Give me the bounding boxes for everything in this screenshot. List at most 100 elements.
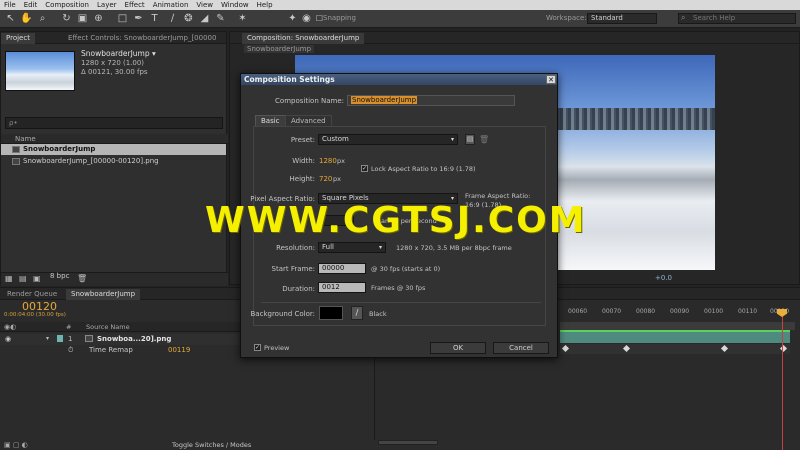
height-unit: px <box>333 175 341 183</box>
label-column-icon[interactable]: # <box>66 323 71 331</box>
pen-tool-icon[interactable]: ✒ <box>132 12 145 25</box>
tab-advanced[interactable]: Advanced <box>285 115 332 126</box>
comp-name-value: SnowboarderJump <box>351 96 418 104</box>
menu-bar: File Edit Composition Layer Effect Anima… <box>0 0 800 10</box>
save-preset-icon[interactable]: ▤ <box>465 134 475 145</box>
selected-item-duration: Δ 00121, 30.00 fps <box>81 68 148 76</box>
new-comp-icon[interactable]: ▣ <box>33 275 41 283</box>
render-cache-indicator <box>560 330 790 332</box>
puppet-tool-icon[interactable]: ✶ <box>236 12 249 25</box>
lock-aspect-checkbox[interactable]: ✓ <box>361 165 368 172</box>
menu-view[interactable]: View <box>196 1 213 9</box>
hand-tool-icon[interactable]: ✋ <box>20 12 33 25</box>
project-item-label: SnowboarderJump_[00000-00120].png <box>23 157 159 165</box>
menu-composition[interactable]: Composition <box>45 1 89 9</box>
label-color-swatch[interactable] <box>57 335 63 342</box>
keyframe-track[interactable] <box>560 344 790 354</box>
zoom-slider[interactable] <box>378 440 438 445</box>
project-tabbar: Project Effect Controls: SnowboarderJump… <box>1 32 226 44</box>
composition-icon <box>12 146 20 153</box>
selection-tool-icon[interactable]: ↖ <box>4 12 17 25</box>
menu-layer[interactable]: Layer <box>97 1 117 9</box>
start-frame-input[interactable]: 00000 <box>318 263 366 274</box>
menu-effect[interactable]: Effect <box>125 1 145 9</box>
ruler-tick: 00100 <box>704 308 724 315</box>
tab-render-queue[interactable]: Render Queue <box>2 289 62 300</box>
tab-basic[interactable]: Basic <box>255 115 286 126</box>
new-folder-icon[interactable]: ▤ <box>19 275 27 283</box>
project-item-comp[interactable]: SnowboarderJump <box>1 144 226 155</box>
menu-animation[interactable]: Animation <box>153 1 189 9</box>
menu-edit[interactable]: Edit <box>24 1 38 9</box>
work-area-bar[interactable] <box>560 322 795 330</box>
background-color-label: Background Color: <box>250 310 316 318</box>
expand-triangle-icon[interactable]: ▾ <box>46 335 49 342</box>
search-help-input[interactable]: Search Help <box>678 13 796 24</box>
stopwatch-icon[interactable]: ⏱ <box>68 346 73 355</box>
bit-depth-button[interactable]: 8 bpc <box>50 272 69 280</box>
workspace-select[interactable]: Standard <box>587 13 657 24</box>
column-header-name[interactable]: Name <box>1 134 228 144</box>
project-search-input[interactable]: ρ• <box>5 117 223 129</box>
source-name-header[interactable]: Source Name <box>86 323 130 331</box>
close-icon[interactable]: ✕ <box>546 75 556 84</box>
duration-input[interactable]: 0012 <box>318 282 366 293</box>
text-tool-icon[interactable]: T <box>148 12 161 25</box>
axis-local-icon[interactable]: ✦ <box>286 12 299 25</box>
zoom-tool-icon[interactable]: ⌕ <box>36 12 49 25</box>
preset-value: Custom <box>322 135 349 143</box>
footage-thumbnail <box>5 51 75 91</box>
exposure-readout[interactable]: +0.0 <box>655 274 672 282</box>
time-remap-value[interactable]: 00119 <box>168 346 190 354</box>
toolbar: ↖ ✋ ⌕ ↻ ▣ ⊕ □ ✒ T ∕ ❂ ◢ ✎ ✶ ✦ ◉ ☐ Snappi… <box>0 10 800 28</box>
current-time-indicator[interactable] <box>782 308 783 450</box>
layer-name[interactable]: Snowboa...20].png <box>97 335 171 343</box>
comp-subtab[interactable]: SnowboarderJump <box>244 45 315 53</box>
eraser-tool-icon[interactable]: ◢ <box>198 12 211 25</box>
duration-info: Frames @ 30 fps <box>371 284 426 292</box>
clone-stamp-tool-icon[interactable]: ❂ <box>182 12 195 25</box>
eyedropper-icon[interactable]: ∕ <box>351 306 363 320</box>
height-value[interactable]: 720 <box>319 175 332 183</box>
background-color-swatch[interactable] <box>319 306 343 320</box>
tab-timeline-comp[interactable]: SnowboarderJump <box>66 289 141 300</box>
camera-tool-icon[interactable]: ▣ <box>76 12 89 25</box>
delete-preset-icon[interactable]: 🗑 <box>479 134 489 145</box>
project-panel: Project Effect Controls: SnowboarderJump… <box>0 31 228 286</box>
background-color-name: Black <box>369 310 387 318</box>
preset-select[interactable]: Custom ▾ <box>318 134 458 145</box>
roto-brush-tool-icon[interactable]: ✎ <box>214 12 227 25</box>
menu-file[interactable]: File <box>4 1 16 9</box>
timeline-bottom-icons[interactable]: ▣ ▢ ◐ <box>4 441 28 449</box>
brush-tool-icon[interactable]: ∕ <box>166 12 179 25</box>
menu-window[interactable]: Window <box>221 1 249 9</box>
project-search-placeholder: ρ• <box>9 119 18 127</box>
toggle-switches-modes-button[interactable]: Toggle Switches / Modes <box>172 441 251 449</box>
time-ruler[interactable]: 00060 00070 00080 00090 00100 00110 0012… <box>560 308 800 320</box>
pan-behind-tool-icon[interactable]: ⊕ <box>92 12 105 25</box>
chevron-down-icon: ▾ <box>450 136 454 143</box>
selected-item-name[interactable]: SnowboarderJump ▾ <box>81 49 156 58</box>
preview-checkbox[interactable]: ✓ <box>254 344 261 351</box>
width-value[interactable]: 1280 <box>319 157 337 165</box>
axis-world-icon[interactable]: ◉ <box>300 12 313 25</box>
resolution-select[interactable]: Full ▾ <box>318 242 386 253</box>
lock-aspect-label: Lock Aspect Ratio to 16:9 (1.78) <box>371 165 476 173</box>
ok-button[interactable]: OK <box>430 342 486 354</box>
interpret-footage-icon[interactable]: ▦ <box>5 275 13 283</box>
project-item-label: SnowboarderJump <box>23 145 96 153</box>
project-item-footage[interactable]: SnowboarderJump_[00000-00120].png <box>1 156 226 167</box>
visibility-eye-icon[interactable]: ◉ <box>5 335 11 343</box>
rectangle-tool-icon[interactable]: □ <box>116 12 129 25</box>
tab-composition[interactable]: Composition: SnowboarderJump <box>242 33 365 44</box>
tab-effect-controls[interactable]: Effect Controls: SnowboarderJump_[00000 <box>63 33 221 44</box>
time-remap-property[interactable]: Time Remap <box>89 346 133 354</box>
tab-project[interactable]: Project <box>1 33 35 44</box>
rotate-tool-icon[interactable]: ↻ <box>60 12 73 25</box>
comp-name-input[interactable]: SnowboarderJump <box>347 95 515 106</box>
av-features-icon[interactable]: ◉◐ <box>4 323 16 331</box>
cancel-button[interactable]: Cancel <box>493 342 549 354</box>
trash-icon[interactable]: 🗑 <box>77 275 87 283</box>
ruler-tick: 00070 <box>602 308 622 315</box>
menu-help[interactable]: Help <box>257 1 273 9</box>
